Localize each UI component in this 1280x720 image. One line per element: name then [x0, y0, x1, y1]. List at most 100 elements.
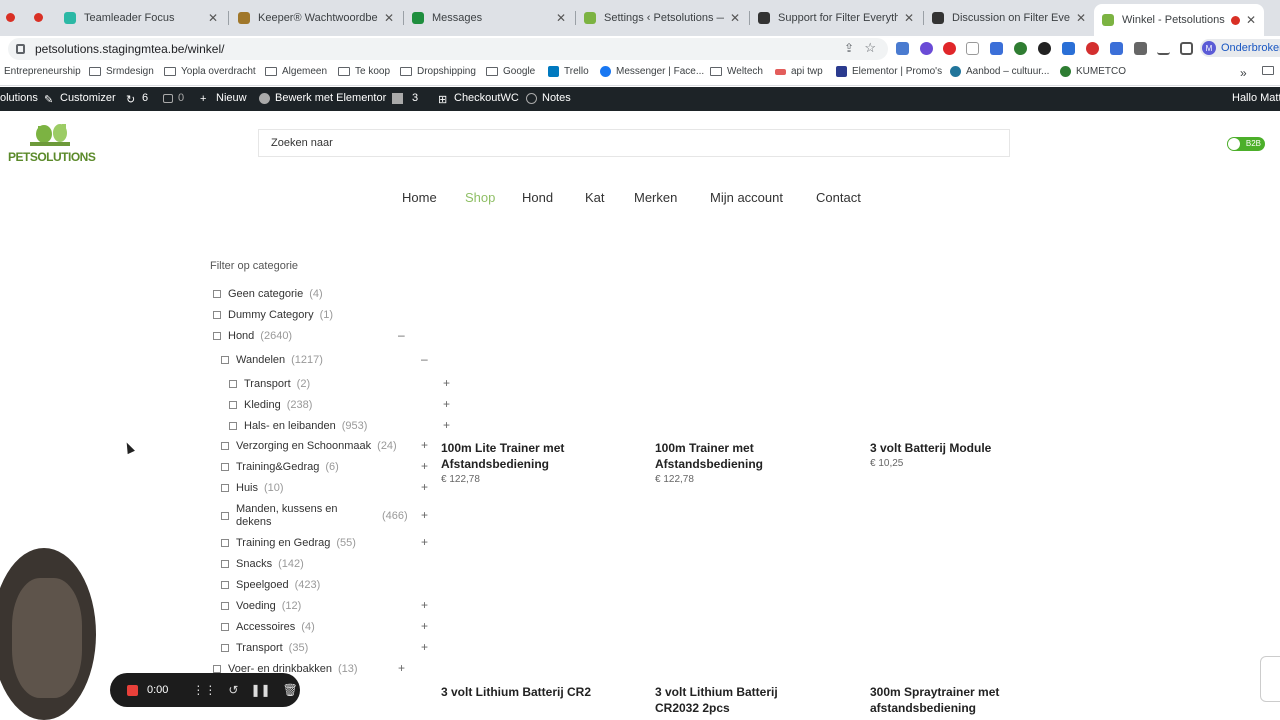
expand-toggle[interactable]: +	[443, 376, 450, 390]
nav-home[interactable]: Home	[402, 190, 437, 205]
close-tab-icon[interactable]: ✕	[208, 11, 218, 25]
extension-icon[interactable]	[920, 42, 933, 55]
close-tab-icon[interactable]: ✕	[384, 11, 394, 25]
restart-icon[interactable]: ↺	[228, 683, 238, 697]
nav-kat[interactable]: Kat	[585, 190, 605, 205]
close-tab-icon[interactable]: ✕	[556, 11, 566, 25]
filter-checkbox-item[interactable]: Transport (2)	[229, 378, 310, 390]
product-title[interactable]: 100m Trainer met Afstandsbediening	[655, 440, 855, 472]
download-icon[interactable]	[1157, 42, 1170, 55]
product-title[interactable]: 3 volt Lithium Batterij CR2032 2pcs	[655, 684, 825, 716]
expand-toggle[interactable]: +	[421, 480, 428, 494]
browser-tab[interactable]: Messages ✕	[404, 6, 574, 30]
expand-toggle[interactable]: +	[421, 598, 428, 612]
product-title[interactable]: 300m Spraytrainer met afstandsbediening	[870, 684, 1040, 716]
collapse-toggle[interactable]: –	[398, 328, 405, 342]
expand-toggle[interactable]: +	[398, 661, 405, 675]
bookmark-star-icon[interactable]: ☆	[864, 40, 876, 56]
expand-toggle[interactable]: +	[421, 640, 428, 654]
checkoutwc-link[interactable]: ⊞ CheckoutWC	[438, 92, 519, 106]
filter-checkbox-item[interactable]: Hond (2640)	[213, 330, 292, 342]
filter-checkbox-item[interactable]: Accessoires (4)	[221, 621, 315, 633]
sidebar-icon[interactable]	[1180, 42, 1193, 55]
filter-checkbox-item[interactable]: Training en Gedrag (55)	[221, 537, 356, 549]
product-title[interactable]: 3 volt Lithium Batterij CR2	[441, 684, 601, 700]
browser-tab-active[interactable]: Winkel - Petsolutions ✕	[1094, 4, 1264, 36]
site-name-link[interactable]: olutions	[0, 92, 38, 104]
bookmark-folder[interactable]: Google	[486, 66, 535, 77]
nav-shop[interactable]: Shop	[465, 190, 495, 205]
bookmark-folder[interactable]: Weltech	[710, 66, 763, 77]
bookmark-item[interactable]: Aanbod – cultuur...	[950, 66, 1049, 77]
search-input[interactable]: Zoeken naar	[258, 129, 1010, 157]
expand-toggle[interactable]: +	[421, 438, 428, 452]
bookmark-item[interactable]: Entrepreneurship	[4, 66, 81, 77]
filter-checkbox-item[interactable]: Hals- en leibanden (953)	[229, 420, 367, 432]
bookmark-folder[interactable]: Algemeen	[265, 66, 327, 77]
site-logo[interactable]: PETSOLUTIONS	[6, 120, 102, 168]
filter-checkbox-item[interactable]: Transport (35)	[221, 642, 308, 654]
expand-toggle[interactable]: +	[421, 535, 428, 549]
browser-tab[interactable]: Teamleader Focus ✕	[56, 6, 226, 30]
extension-icon[interactable]	[990, 42, 1003, 55]
share-icon[interactable]: ⇪	[844, 41, 854, 55]
extension-icon[interactable]	[1062, 42, 1075, 55]
bookmark-folder[interactable]: Dropshipping	[400, 66, 476, 77]
bookmark-folder[interactable]: Te koop	[338, 66, 390, 77]
filter-checkbox-item[interactable]: Geen categorie (4)	[213, 288, 323, 300]
filter-checkbox-item[interactable]: Wandelen (1217)	[221, 354, 323, 366]
updates-link[interactable]: ↻ 6	[126, 92, 148, 106]
filter-checkbox-item[interactable]: Kleding (238)	[229, 399, 312, 411]
filter-checkbox-item[interactable]: Manden, kussens en dekens (466)	[221, 503, 421, 529]
bookmark-item[interactable]: api twp	[775, 66, 823, 77]
pause-icon[interactable]: ❚❚	[250, 683, 270, 697]
extension-icon[interactable]	[896, 42, 909, 55]
close-tab-icon[interactable]: ✕	[1246, 13, 1256, 27]
nav-hond[interactable]: Hond	[522, 190, 553, 205]
filter-checkbox-item[interactable]: Training&Gedrag (6)	[221, 461, 339, 473]
expand-toggle[interactable]: +	[421, 508, 428, 522]
bookmark-item[interactable]: Trello	[548, 66, 589, 77]
yoast-link[interactable]: 3	[392, 92, 418, 104]
stop-record-icon[interactable]	[127, 684, 138, 696]
new-content-link[interactable]: + Nieuw	[200, 92, 247, 105]
filter-checkbox-item[interactable]: Speelgoed (423)	[221, 579, 320, 591]
close-tab-icon[interactable]: ✕	[1076, 11, 1086, 25]
edit-elementor-link[interactable]: Bewerk met Elementor	[259, 92, 386, 104]
url-field[interactable]: petsolutions.stagingmtea.be/winkel/ ⇪ ☆	[8, 38, 888, 60]
other-bookmarks-folder[interactable]	[1262, 66, 1279, 75]
expand-toggle[interactable]: +	[443, 418, 450, 432]
trash-icon[interactable]: 🗑	[283, 683, 298, 697]
profile-button[interactable]: M Onderbroken	[1200, 39, 1280, 57]
b2b-toggle[interactable]: B2B	[1227, 137, 1265, 151]
comments-link[interactable]: 0	[163, 92, 184, 104]
nav-contact[interactable]: Contact	[816, 190, 861, 205]
filter-checkbox-item[interactable]: Verzorging en Schoonmaak (24)	[221, 440, 397, 452]
bookmark-folder[interactable]: Yopla overdracht	[164, 66, 256, 77]
browser-tab[interactable]: Settings ‹ Petsolutions — Wo ✕	[576, 6, 748, 30]
extension-icon[interactable]	[1014, 42, 1027, 55]
collapse-toggle[interactable]: –	[421, 352, 428, 366]
bookmark-folder[interactable]: Srmdesign	[89, 66, 154, 77]
expand-toggle[interactable]: +	[443, 397, 450, 411]
browser-tab[interactable]: Keeper® Wachtwoordbeheer ✕	[230, 6, 402, 30]
puzzle-icon[interactable]	[1134, 42, 1147, 55]
extension-icon[interactable]	[1038, 42, 1051, 55]
customizer-link[interactable]: ✎ Customizer	[44, 92, 116, 106]
extension-icon[interactable]	[1110, 42, 1123, 55]
browser-tab[interactable]: Support for Filter Everything ✕	[750, 6, 922, 30]
grid-icon[interactable]: ⋮⋮	[192, 683, 216, 697]
filter-checkbox-item[interactable]: Voeding (12)	[221, 600, 301, 612]
opera-icon[interactable]	[943, 42, 956, 55]
extension-icon[interactable]	[1086, 42, 1099, 55]
product-title[interactable]: 100m Lite Trainer met Afstandsbediening	[441, 440, 641, 472]
nav-merken[interactable]: Merken	[634, 190, 677, 205]
more-bookmarks-icon[interactable]: »	[1240, 66, 1247, 80]
side-widget[interactable]	[1260, 656, 1280, 702]
nav-mijn-account[interactable]: Mijn account	[710, 190, 783, 205]
close-tab-icon[interactable]: ✕	[730, 11, 740, 25]
bookmark-item[interactable]: Elementor | Promo's	[836, 66, 942, 77]
filter-checkbox-item[interactable]: Huis (10)	[221, 482, 284, 494]
product-title[interactable]: 3 volt Batterij Module	[870, 440, 1070, 456]
account-greeting[interactable]: Hallo Matt	[1232, 92, 1280, 104]
